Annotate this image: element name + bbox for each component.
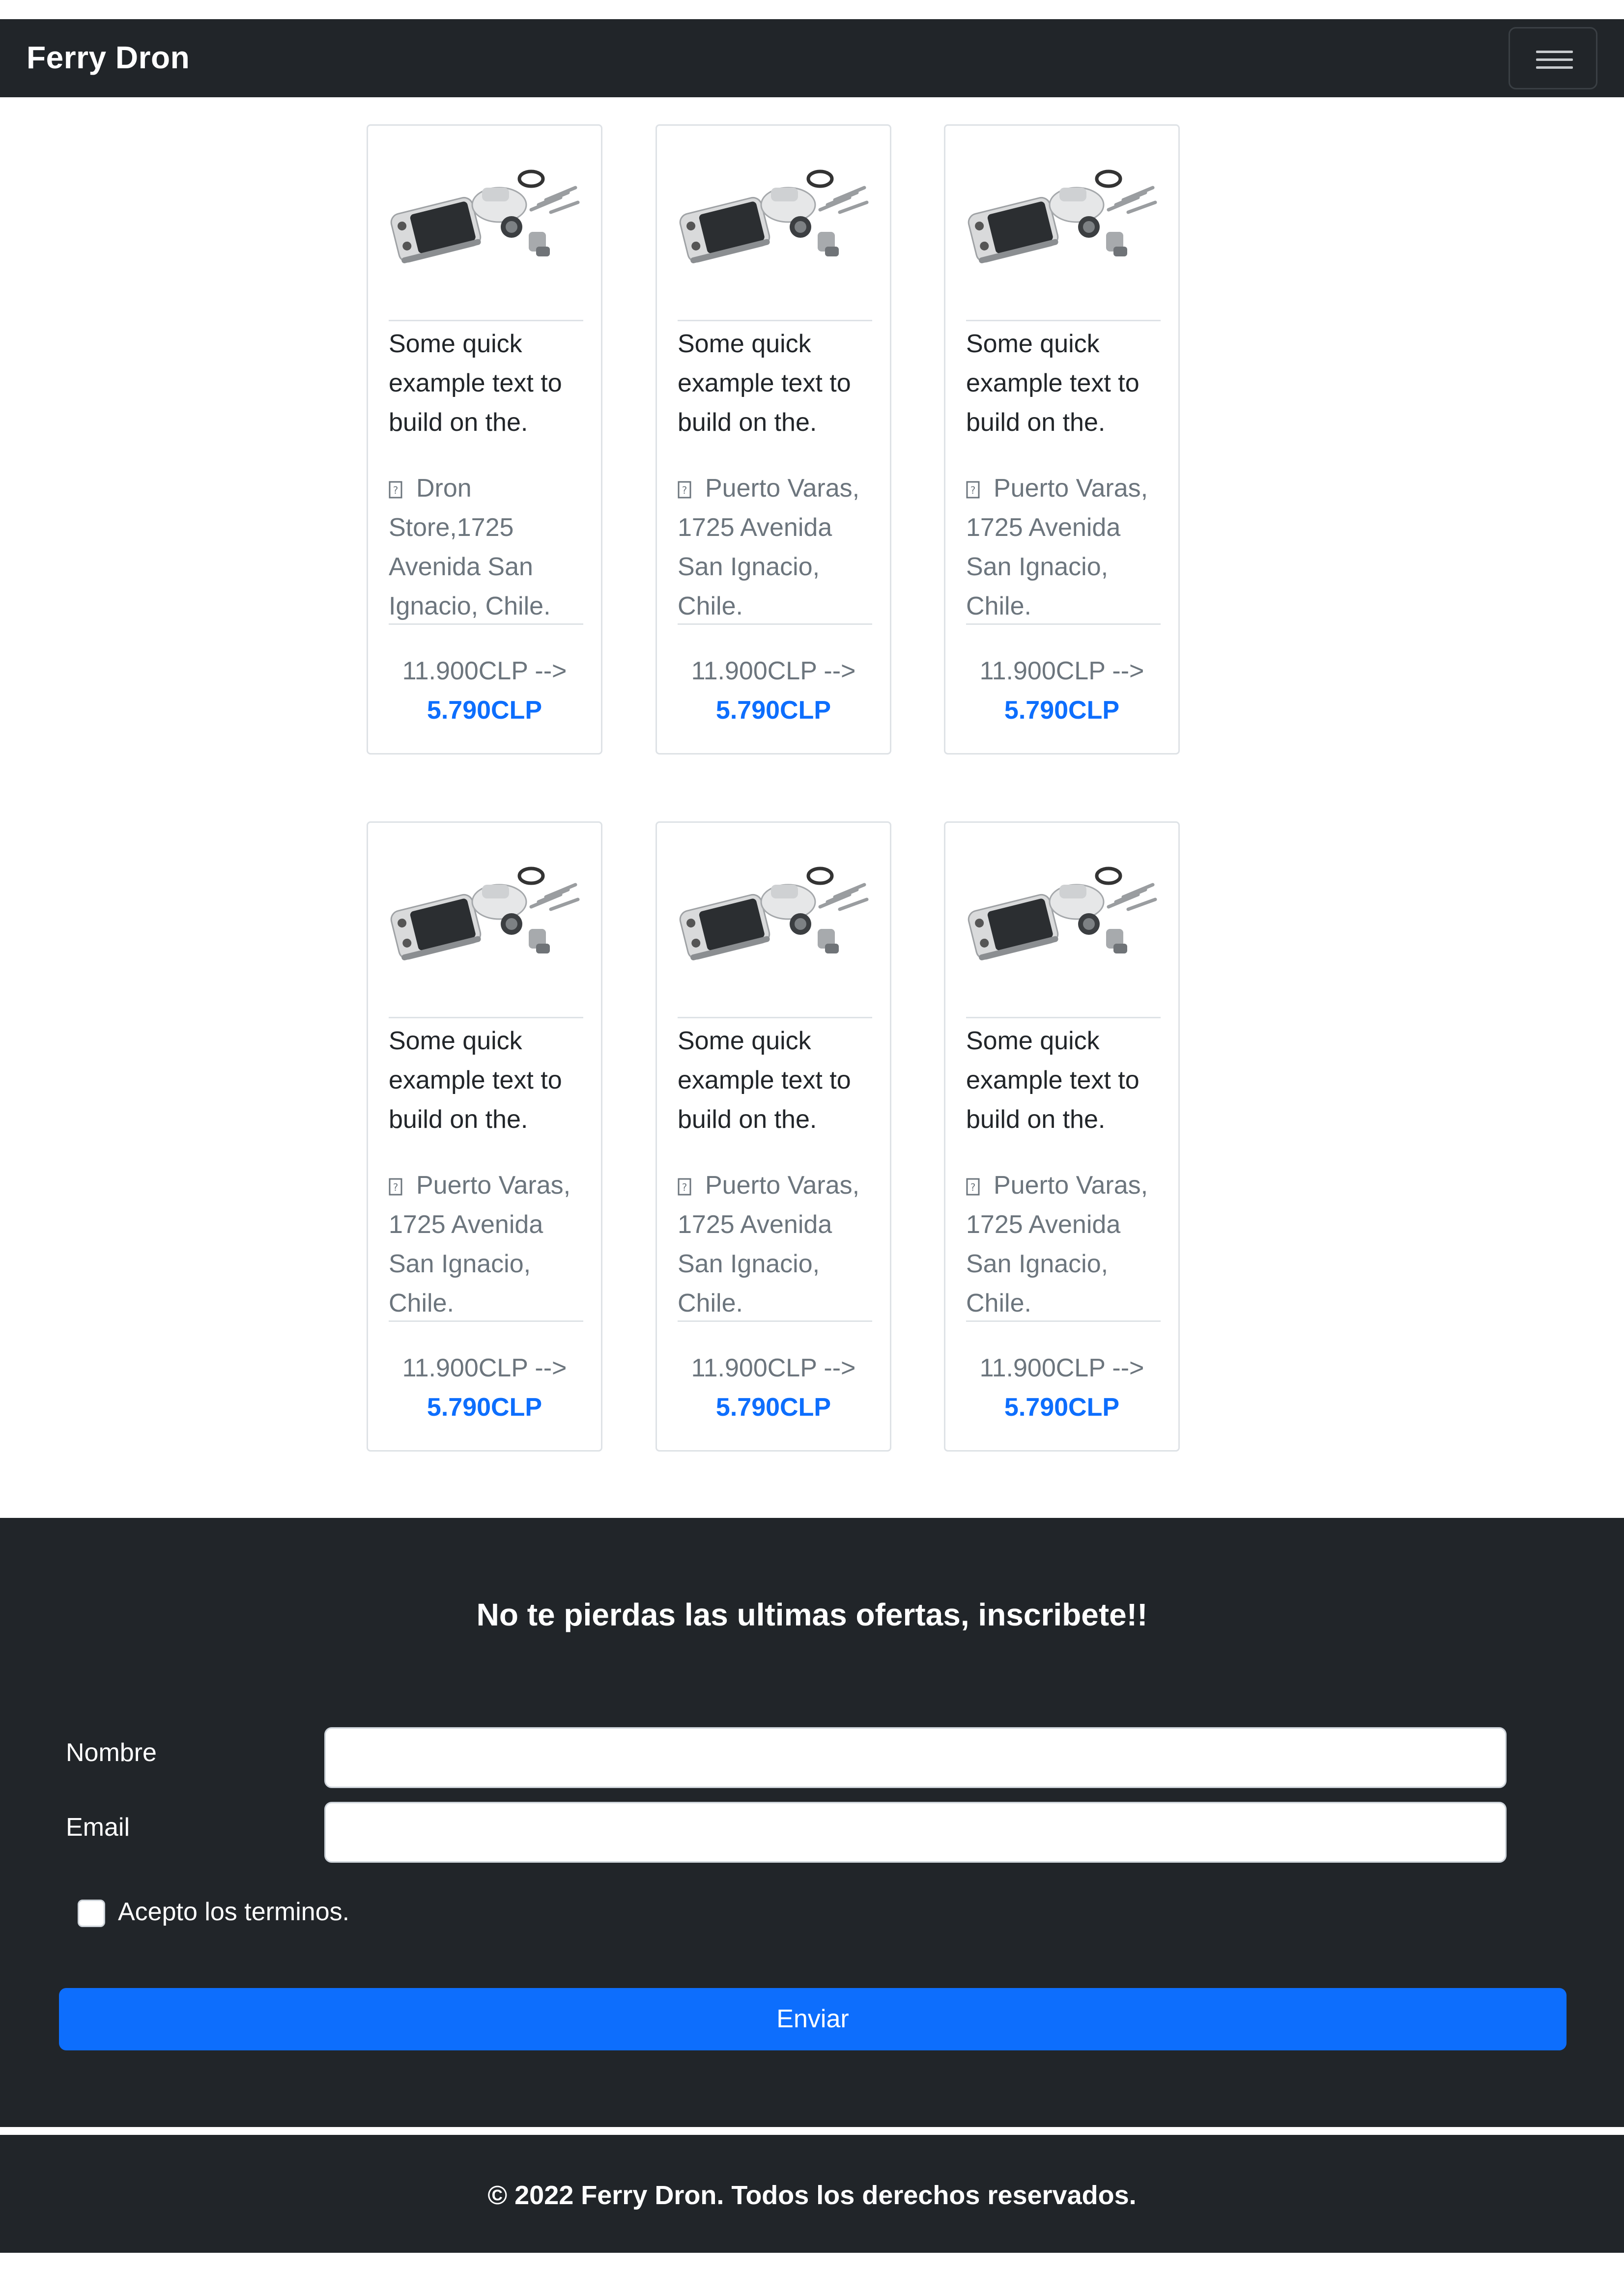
product-card[interactable]: Some quick example text to build on the.… [367, 821, 602, 1452]
old-price: 11.900CLP --> [402, 657, 567, 685]
drone-product-image [390, 867, 580, 960]
new-price: 5.790CLP [715, 696, 831, 725]
product-location: ? Puerto Varas, 1725 Avenida San Ignacio… [966, 1166, 1163, 1323]
new-price: 5.790CLP [427, 1393, 542, 1422]
location-pin-icon: ? [678, 481, 691, 499]
svg-text:?: ? [393, 484, 399, 496]
newsletter-section: No te pierdas las ultimas ofertas, inscr… [0, 1518, 1624, 2127]
drone-product-image [679, 169, 869, 263]
navbar: Ferry Dron [0, 19, 1624, 97]
product-description: Some quick example text to build on the. [389, 1027, 562, 1134]
card-divider [966, 623, 1161, 625]
product-description: Some quick example text to build on the. [678, 330, 851, 437]
card-divider [966, 1017, 1161, 1018]
product-location: ? Puerto Varas, 1725 Avenida San Ignacio… [678, 1166, 874, 1323]
brand-logo[interactable]: Ferry Dron [27, 39, 190, 76]
svg-text:?: ? [682, 1181, 687, 1193]
card-divider [389, 1017, 583, 1018]
drone-product-image [968, 169, 1157, 263]
location-pin-icon: ? [389, 1178, 402, 1196]
new-price: 5.790CLP [1004, 1393, 1120, 1422]
product-location-text: Puerto Varas, 1725 Avenida San Ignacio, … [678, 474, 860, 620]
product-card[interactable]: Some quick example text to build on the.… [655, 124, 891, 755]
svg-text:?: ? [970, 484, 976, 496]
new-price: 5.790CLP [715, 1393, 831, 1422]
terms-label[interactable]: Acepto los terminos. [118, 1897, 349, 1927]
submit-button[interactable]: Enviar [59, 1988, 1567, 2050]
product-location: ? Dron Store,1725 Avenida San Ignacio, C… [389, 469, 585, 626]
card-divider [966, 1320, 1161, 1322]
product-location-text: Puerto Varas, 1725 Avenida San Ignacio, … [678, 1171, 860, 1317]
product-description: Some quick example text to build on the. [966, 1027, 1140, 1134]
product-location: ? Puerto Varas, 1725 Avenida San Ignacio… [389, 1166, 585, 1323]
name-label: Nombre [66, 1738, 157, 1767]
location-pin-icon: ? [966, 481, 980, 499]
old-price: 11.900CLP --> [979, 1354, 1144, 1382]
name-input[interactable] [324, 1727, 1507, 1788]
new-price: 5.790CLP [427, 696, 542, 725]
location-pin-icon: ? [678, 1178, 691, 1196]
product-location: ? Puerto Varas, 1725 Avenida San Ignacio… [966, 469, 1163, 626]
card-divider [678, 1017, 872, 1018]
svg-text:?: ? [970, 1181, 976, 1193]
product-location-text: Puerto Varas, 1725 Avenida San Ignacio, … [966, 1171, 1148, 1317]
product-card[interactable]: Some quick example text to build on the.… [944, 124, 1180, 755]
card-divider [678, 623, 872, 625]
card-divider [389, 1320, 583, 1322]
card-divider [678, 320, 872, 321]
product-description: Some quick example text to build on the. [389, 330, 562, 437]
product-card[interactable]: Some quick example text to build on the.… [367, 124, 602, 755]
new-price: 5.790CLP [1004, 696, 1120, 725]
product-location-text: Puerto Varas, 1725 Avenida San Ignacio, … [966, 474, 1148, 620]
drone-product-image [390, 169, 580, 263]
card-divider [389, 320, 583, 321]
email-input[interactable] [324, 1802, 1507, 1863]
newsletter-title: No te pierdas las ultimas ofertas, inscr… [476, 1597, 1148, 1632]
card-divider [678, 1320, 872, 1322]
svg-text:?: ? [682, 484, 687, 496]
footer: © 2022 Ferry Dron. Todos los derechos re… [0, 2135, 1624, 2253]
old-price: 11.900CLP --> [691, 657, 856, 685]
product-description: Some quick example text to build on the. [966, 330, 1140, 437]
old-price: 11.900CLP --> [691, 1354, 856, 1382]
location-pin-icon: ? [389, 481, 402, 499]
product-location: ? Puerto Varas, 1725 Avenida San Ignacio… [678, 469, 874, 626]
navbar-toggle-button[interactable] [1509, 27, 1597, 89]
product-location-text: Dron Store,1725 Avenida San Ignacio, Chi… [389, 474, 551, 620]
svg-text:?: ? [393, 1181, 399, 1193]
product-location-text: Puerto Varas, 1725 Avenida San Ignacio, … [389, 1171, 571, 1317]
product-card[interactable]: Some quick example text to build on the.… [944, 821, 1180, 1452]
email-label: Email [66, 1813, 130, 1842]
old-price: 11.900CLP --> [979, 657, 1144, 685]
product-description: Some quick example text to build on the. [678, 1027, 851, 1134]
drone-product-image [968, 867, 1157, 960]
location-pin-icon: ? [966, 1178, 980, 1196]
old-price: 11.900CLP --> [402, 1354, 567, 1382]
drone-product-image [679, 867, 869, 960]
terms-checkbox[interactable] [78, 1900, 105, 1927]
footer-copyright: © 2022 Ferry Dron. Todos los derechos re… [487, 2181, 1137, 2210]
card-divider [389, 623, 583, 625]
card-divider [966, 320, 1161, 321]
product-card[interactable]: Some quick example text to build on the.… [655, 821, 891, 1452]
